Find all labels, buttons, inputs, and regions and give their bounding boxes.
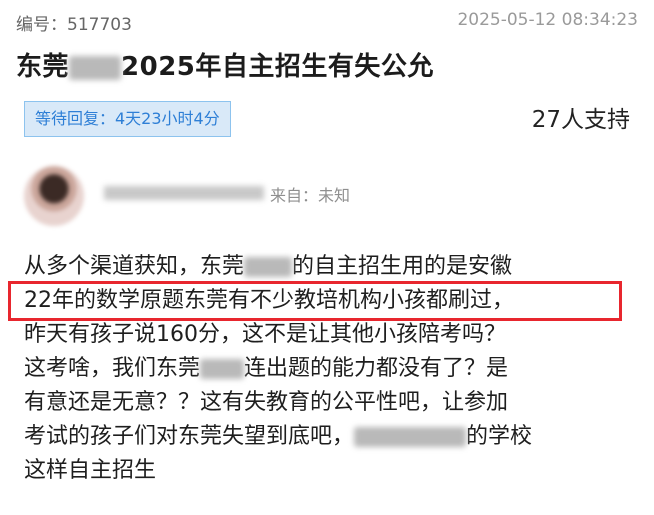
body-text-segment: 从多个渠道获知，东莞 [24,254,245,279]
post-meta: 编号：517703 2025-05-12 08:34:23 [16,10,638,36]
body-line: 考试的孩子们对东莞失望到底吧， 的学校 [24,420,634,454]
body-line: 22年的数学原题东莞有不少教培机构小孩都刷过， [24,288,514,313]
status-badge: 等待回复：4天23小时4分 [24,101,231,137]
title-prefix: 东莞 [16,52,70,82]
body-text-segment: 的自主招生用的是安徽 [292,254,513,279]
post-id: 编号：517703 [16,10,132,35]
author-row: 来自：未知 [24,166,624,226]
redacted-school-name [69,55,122,80]
redacted-text [244,257,293,277]
body-line: 昨天有孩子说160分，这不是让其他小孩陪考吗？ [24,322,506,347]
body-text-segment: 这考啥，我们东莞 [24,356,201,381]
post-id-label: 编号： [16,15,67,35]
post-body: 从多个渠道获知，东莞 的自主招生用的是安徽 22年的数学原题东莞有不少教培机构小孩… [24,250,634,488]
redacted-text [200,359,245,379]
body-text-segment: 考试的孩子们对东莞失望到底吧， [24,424,355,449]
body-line: 这考啥，我们东莞 连出题的能力都没有了？是 [24,352,634,386]
redacted-author-name[interactable] [104,186,264,200]
post-title: 东莞 2025年自主招生有失公允 [16,46,434,83]
post-datetime: 2025-05-12 08:34:23 [457,10,638,30]
post-id-value: 517703 [67,15,132,35]
body-line: 从多个渠道获知，东莞 的自主招生用的是安徽 [24,250,634,284]
support-count[interactable]: 27人支持 [532,100,630,134]
body-text-segment: 连出题的能力都没有了？是 [244,356,509,381]
body-text-segment: 的学校 [466,424,533,449]
body-line: 有意还是无意？？这有失教育的公平性吧，让参加 [24,390,509,415]
redacted-text [354,427,467,447]
title-suffix: 2025年自主招生有失公允 [121,52,434,82]
author-source: 来自：未知 [270,186,351,205]
body-line: 这样自主招生 [24,458,157,483]
avatar[interactable] [24,166,84,226]
